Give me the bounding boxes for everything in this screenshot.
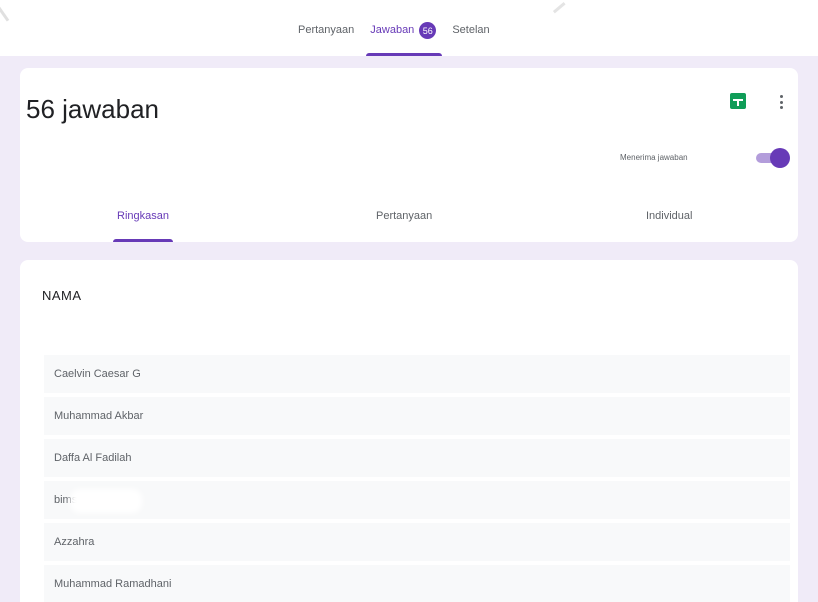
- answer-text: Azzahra: [54, 536, 95, 548]
- question-summary-card: NAMA Caelvin Caesar G Muhammad Akbar Daf…: [20, 260, 798, 602]
- tab-responses-label: Jawaban: [370, 24, 415, 36]
- tab-question-label: Pertanyaan: [376, 210, 433, 222]
- answer-text: Daffa Al Fadilah: [54, 452, 132, 464]
- tab-settings-label: Setelan: [452, 24, 490, 36]
- accepting-responses-label: Menerima jawaban: [620, 153, 688, 162]
- tab-settings[interactable]: Setelan: [444, 18, 497, 56]
- accepting-responses-toggle[interactable]: [754, 148, 790, 168]
- dot: [779, 95, 783, 98]
- responses-count-badge: 56: [419, 22, 437, 39]
- dot: [779, 106, 783, 109]
- dot: [779, 100, 783, 104]
- answer-list: Caelvin Caesar G Muhammad Akbar Daffa Al…: [44, 355, 790, 602]
- list-item: Daffa Al Fadilah: [44, 439, 790, 481]
- decorative-mark: [0, 0, 22, 22]
- list-item: Muhammad Akbar: [44, 397, 790, 439]
- tab-questions[interactable]: Pertanyaan: [290, 18, 362, 56]
- question-title: NAMA: [42, 288, 82, 303]
- top-navigation-bar: Pertanyaan Jawaban 56 Setelan: [0, 0, 818, 56]
- answer-text: Caelvin Caesar G: [54, 368, 141, 380]
- toggle-thumb: [770, 148, 790, 168]
- responses-view-tabs: Ringkasan Pertanyaan Individual: [20, 210, 798, 242]
- tab-summary-label: Ringkasan: [117, 210, 169, 222]
- responses-count-title: 56 jawaban: [26, 94, 159, 124]
- form-editor-tabs: Pertanyaan Jawaban 56 Setelan: [290, 18, 498, 56]
- list-item: Caelvin Caesar G: [44, 355, 790, 397]
- tab-questions-label: Pertanyaan: [298, 24, 355, 36]
- list-item: bims: [44, 481, 790, 523]
- answer-text: Muhammad Ramadhani: [54, 578, 172, 590]
- answer-text: Muhammad Akbar: [54, 410, 144, 422]
- google-sheets-icon[interactable]: [730, 93, 746, 109]
- redaction-blur: [70, 489, 142, 513]
- tab-responses[interactable]: Jawaban 56: [362, 18, 444, 56]
- tab-individual[interactable]: Individual: [646, 210, 692, 242]
- tab-question[interactable]: Pertanyaan: [376, 210, 432, 242]
- list-item: Azzahra: [44, 523, 790, 565]
- tab-summary[interactable]: Ringkasan: [113, 210, 173, 242]
- list-item: Muhammad Ramadhani: [44, 565, 790, 602]
- more-vert-icon[interactable]: [776, 92, 786, 112]
- decorative-mark: [548, 0, 566, 14]
- tab-individual-label: Individual: [646, 210, 693, 222]
- responses-header-card: 56 jawaban Menerima jawaban Ringkasan Pe…: [20, 68, 798, 242]
